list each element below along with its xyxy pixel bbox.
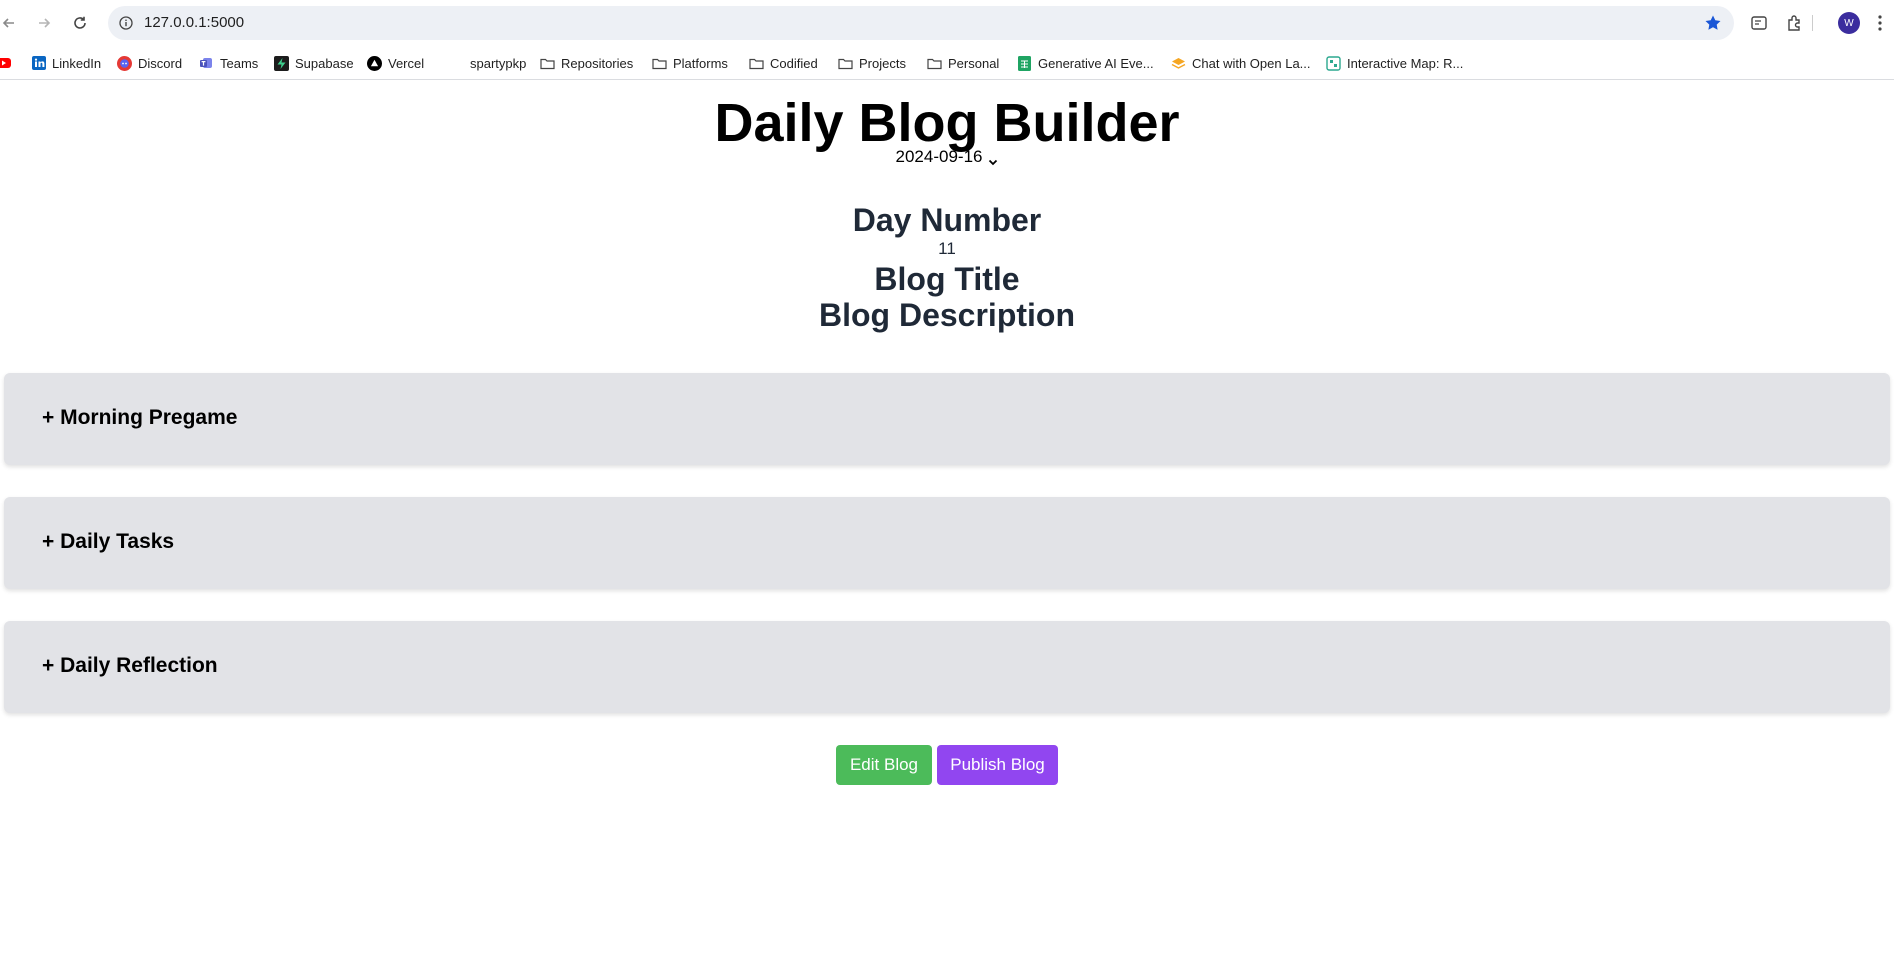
folder-icon bbox=[927, 56, 942, 71]
map-icon bbox=[1326, 55, 1341, 71]
bookmark-spartypkp[interactable]: spartypkp bbox=[449, 54, 526, 72]
folder-icon bbox=[652, 56, 667, 71]
section-label[interactable]: + Daily Reflection bbox=[42, 654, 218, 678]
profile-avatar[interactable]: W bbox=[1838, 12, 1860, 34]
bookmark-supabase[interactable]: Supabase bbox=[274, 54, 354, 72]
bookmark-label: Repositories bbox=[561, 55, 634, 71]
forward-icon[interactable] bbox=[33, 12, 55, 34]
folder-icon bbox=[540, 56, 555, 71]
bookmark-discord[interactable]: Discord bbox=[117, 54, 182, 72]
page-title: Daily Blog Builder bbox=[714, 93, 1180, 153]
linkedin-icon bbox=[31, 56, 46, 71]
chevron-down-icon[interactable] bbox=[988, 152, 998, 166]
youtube-icon bbox=[0, 56, 11, 71]
bookmark-star-icon[interactable] bbox=[1704, 14, 1722, 32]
supabase-icon bbox=[274, 55, 289, 71]
reload-icon[interactable] bbox=[69, 12, 91, 34]
section-label[interactable]: + Daily Tasks bbox=[42, 530, 174, 554]
section-daily-reflection[interactable]: + Daily Reflection bbox=[4, 621, 1890, 713]
bookmark-folder-personal[interactable]: Personal bbox=[927, 54, 999, 72]
menu-kebab-icon[interactable] bbox=[1874, 12, 1886, 34]
blog-title-heading: Blog Title bbox=[874, 261, 1020, 297]
bookmark-label: Teams bbox=[220, 55, 259, 71]
date-value[interactable]: 2024-09-16 bbox=[896, 147, 983, 167]
bookmark-label: spartypkp bbox=[470, 55, 527, 71]
date-selector[interactable]: 2024-09-16 bbox=[894, 146, 1000, 168]
blank-icon bbox=[449, 56, 464, 71]
day-number-heading: Day Number bbox=[852, 202, 1042, 238]
bookmark-linkedin[interactable]: LinkedIn bbox=[31, 54, 101, 72]
bookmark-label: Platforms bbox=[673, 55, 728, 71]
bookmark-youtube[interactable] bbox=[0, 54, 17, 72]
extensions-icon[interactable] bbox=[1784, 12, 1806, 34]
section-label[interactable]: + Morning Pregame bbox=[42, 406, 237, 430]
bookmark-label: Chat with Open La... bbox=[1192, 55, 1311, 71]
folder-icon bbox=[838, 56, 853, 71]
address-bar[interactable]: 127.0.0.1:5000 bbox=[108, 6, 1734, 40]
bookmark-interactive-map[interactable]: Interactive Map: R... bbox=[1326, 54, 1463, 72]
site-info-icon[interactable] bbox=[118, 15, 134, 31]
bookmark-label: Supabase bbox=[295, 55, 354, 71]
toolbar-divider bbox=[1811, 12, 1813, 34]
folder-icon bbox=[749, 56, 764, 71]
bookmark-folder-projects[interactable]: Projects bbox=[838, 54, 906, 72]
bookmark-chat-open-la[interactable]: Chat with Open La... bbox=[1171, 54, 1311, 72]
bookmark-folder-platforms[interactable]: Platforms bbox=[652, 54, 728, 72]
publish-blog-button[interactable]: Publish Blog bbox=[937, 745, 1058, 785]
bookmark-generative-ai[interactable]: Generative AI Eve... bbox=[1017, 54, 1154, 72]
day-number-value: 11 bbox=[938, 239, 956, 258]
url-text[interactable]: 127.0.0.1:5000 bbox=[144, 14, 244, 31]
bookmark-label: Projects bbox=[859, 55, 906, 71]
back-icon[interactable] bbox=[0, 12, 20, 34]
discord-icon bbox=[117, 55, 132, 71]
sheets-icon bbox=[1017, 55, 1032, 71]
bookmark-label: Generative AI Eve... bbox=[1038, 55, 1154, 71]
browser-toolbar: 127.0.0.1:5000 W bbox=[0, 0, 1894, 46]
bookmark-folder-repositories[interactable]: Repositories bbox=[540, 54, 633, 72]
bookmark-teams[interactable]: Teams bbox=[199, 54, 258, 72]
chat-icon bbox=[1171, 56, 1186, 71]
bookmark-label: LinkedIn bbox=[52, 55, 102, 71]
bookmark-label: Codified bbox=[770, 55, 818, 71]
edit-blog-button[interactable]: Edit Blog bbox=[836, 745, 932, 785]
bookmark-label: Personal bbox=[948, 55, 1000, 71]
section-daily-tasks[interactable]: + Daily Tasks bbox=[4, 497, 1890, 589]
section-morning-pregame[interactable]: + Morning Pregame bbox=[4, 373, 1890, 465]
tab-search-icon[interactable] bbox=[1748, 12, 1770, 34]
vercel-icon bbox=[367, 55, 382, 71]
bookmark-vercel[interactable]: Vercel bbox=[367, 54, 424, 72]
bookmark-folder-codified[interactable]: Codified bbox=[749, 54, 818, 72]
bookmark-label: Interactive Map: R... bbox=[1347, 55, 1464, 71]
bookmark-label: Vercel bbox=[388, 55, 425, 71]
teams-icon bbox=[199, 56, 214, 71]
blog-description-heading: Blog Description bbox=[818, 297, 1075, 333]
bookmarks-bar: LinkedIn Discord Teams Supabase Vercel s… bbox=[0, 46, 1894, 80]
bookmark-label: Discord bbox=[138, 55, 183, 71]
